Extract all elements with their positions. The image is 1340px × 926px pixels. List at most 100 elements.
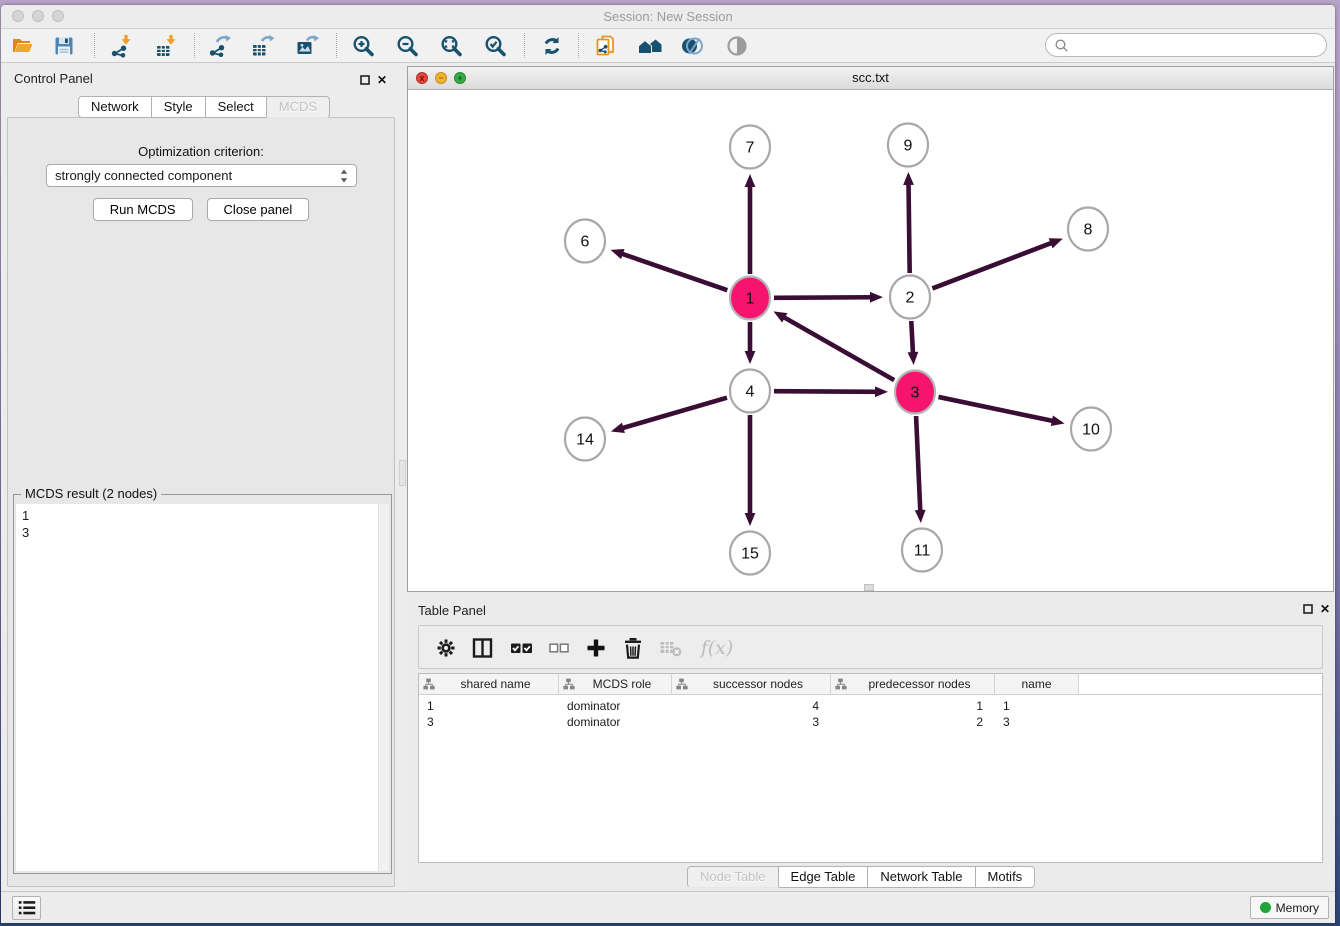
mcds-result-group: MCDS result (2 nodes) 13 [13,494,392,874]
graph-node-10[interactable]: 10 [1071,408,1111,451]
export-image-button[interactable] [289,31,325,60]
search-box [1045,33,1327,57]
tab-node-table[interactable]: Node Table [687,866,779,888]
table-row[interactable]: 3dominator323 [419,714,1322,730]
memory-button[interactable]: Memory [1250,896,1329,919]
close-view-button[interactable]: x [416,72,428,84]
tab-motifs[interactable]: Motifs [976,866,1036,888]
graph-node-14[interactable]: 14 [565,418,605,461]
network-window-titlebar[interactable]: x − + scc.txt [408,67,1333,90]
column-header-name[interactable]: name [995,674,1079,694]
close-panel-icon[interactable]: ✕ [377,75,387,85]
graph-node-8[interactable]: 8 [1068,208,1108,251]
graph-node-4[interactable]: 4 [730,370,770,413]
search-input[interactable] [1069,37,1326,53]
network-canvas[interactable]: 1 2 3 4 6 7 8 9 10 11 14 15 [408,89,1333,591]
cell-successor-nodes: 3 [672,715,831,729]
unselect-all-button[interactable] [546,635,572,661]
graph-edge-2-8[interactable] [932,238,1062,288]
duplicate-network-button[interactable] [588,31,624,60]
panel-splitter[interactable] [399,460,406,486]
graph-node-6[interactable]: 6 [565,220,605,263]
table-row[interactable]: 1dominator411 [419,698,1322,714]
delete-table-button[interactable] [657,635,683,661]
import-network-button[interactable] [104,31,140,60]
apply-layout-button[interactable] [534,31,570,60]
zoom-out-button[interactable] [389,31,425,60]
zoom-selected-icon [483,34,507,58]
delete-column-button[interactable] [620,635,646,661]
float-panel-icon[interactable] [360,75,370,85]
stepper-arrows-icon [340,169,348,183]
graph-edge-1-7[interactable] [745,174,756,274]
application-window: Session: New Session [1,5,1335,923]
tab-mcds[interactable]: MCDS [267,96,330,118]
table-settings-button[interactable] [433,635,459,661]
network-overview-button[interactable] [632,31,668,60]
mcds-result-list[interactable]: 13 [16,504,389,871]
tab-edge-table[interactable]: Edge Table [779,866,869,888]
export-table-button[interactable] [245,31,281,60]
tab-style[interactable]: Style [152,96,206,118]
tab-network-table[interactable]: Network Table [868,866,975,888]
toolbar-separator [336,33,337,58]
column-header-mcds-role[interactable]: MCDS role [559,674,672,694]
save-session-button[interactable] [46,31,82,60]
export-network-icon [208,34,232,58]
canvas-resize-grip[interactable] [864,584,874,591]
open-file-button[interactable] [5,31,41,60]
graph-edge-1-4[interactable] [745,322,756,364]
result-scrollbar[interactable] [378,504,389,871]
minimize-view-button[interactable]: − [435,72,447,84]
graph-edge-3-11[interactable] [915,416,926,523]
toolbar-separator [194,33,195,58]
cell-shared-name: 1 [419,699,559,713]
table-body: 1dominator4113dominator323 [419,698,1322,730]
tab-network[interactable]: Network [78,96,152,118]
show-hide-panel-button[interactable] [719,31,755,60]
graph-edge-2-3[interactable] [908,321,919,365]
graph-edge-3-1[interactable] [773,311,894,380]
graph-node-7[interactable]: 7 [730,126,770,169]
tab-select[interactable]: Select [206,96,267,118]
graph-node-15[interactable]: 15 [730,532,770,575]
graph-node-2[interactable]: 2 [890,276,930,319]
graph-edge-3-10[interactable] [938,397,1064,426]
column-header-shared-name[interactable]: shared name [419,674,559,694]
optimization-criterion-label: Optimization criterion: [8,144,394,159]
graph-edge-4-14[interactable] [611,398,727,433]
zoom-fit-button[interactable] [433,31,469,60]
graph-edge-2-9[interactable] [903,172,914,273]
maximize-view-button[interactable]: + [454,72,466,84]
show-column-button[interactable] [470,635,496,661]
close-panel-button[interactable]: Close panel [207,198,310,221]
zoom-selected-button[interactable] [477,31,513,60]
cell-mcds-role: dominator [559,699,672,713]
export-network-button[interactable] [202,31,238,60]
run-mcds-button[interactable]: Run MCDS [93,198,193,221]
zoom-in-button[interactable] [345,31,381,60]
graph-node-1[interactable]: 1 [730,277,770,320]
graph-node-9[interactable]: 9 [888,124,928,167]
float-table-panel-icon[interactable] [1303,604,1313,614]
refresh-icon [540,34,564,58]
trash-icon [621,636,645,660]
graph-node-11[interactable]: 11 [902,529,942,572]
svg-text:1: 1 [746,291,755,308]
compare-networks-button[interactable] [674,31,710,60]
add-column-button[interactable] [583,635,609,661]
function-builder-button[interactable]: f(x) [697,635,737,661]
close-table-panel-icon[interactable]: ✕ [1320,604,1330,614]
criterion-select[interactable]: strongly connected component [46,164,357,187]
graph-edge-1-2[interactable] [774,292,883,303]
column-header-predecessor-nodes[interactable]: predecessor nodes [831,674,995,694]
select-all-button[interactable] [509,635,535,661]
graph-node-3[interactable]: 3 [895,371,935,414]
graph-edge-1-6[interactable] [611,249,728,290]
graph-edge-4-3[interactable] [774,386,888,397]
task-history-button[interactable] [12,896,41,920]
column-header-successor-nodes[interactable]: successor nodes [672,674,831,694]
delete-table-icon [659,637,682,659]
import-table-button[interactable] [149,31,185,60]
graph-edge-4-15[interactable] [745,415,756,526]
